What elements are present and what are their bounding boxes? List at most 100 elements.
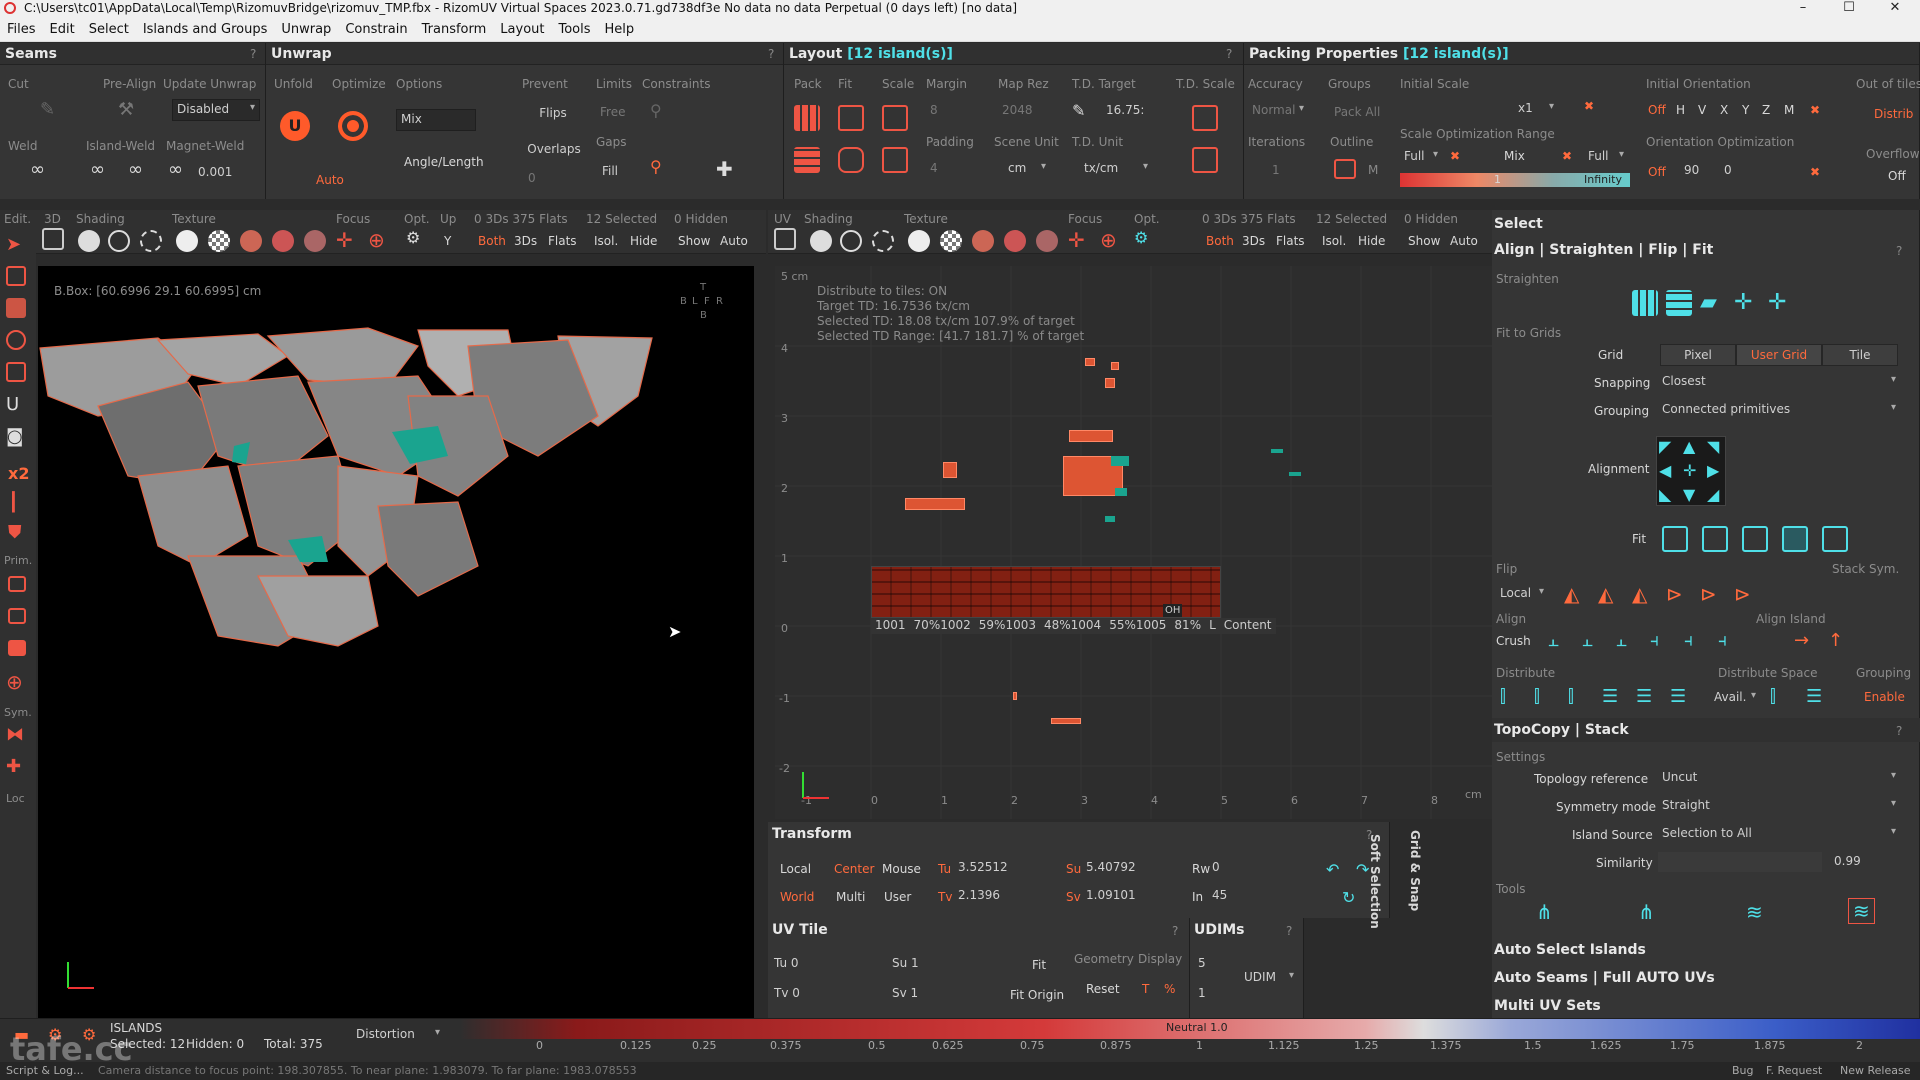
- uv-island[interactable]: [1085, 358, 1095, 366]
- alignment-pad[interactable]: ◤ ▲ ◥ ◀ ✛ ▶ ◣ ▼ ◢: [1656, 436, 1726, 506]
- tile-label[interactable]: 81%: [1170, 618, 1205, 632]
- uv-auto-button[interactable]: Auto: [1450, 234, 1478, 248]
- fill-button[interactable]: Fill: [596, 161, 624, 183]
- distribute-space-icon-2[interactable]: ☰: [1806, 686, 1822, 707]
- shade-wire2-icon[interactable]: [140, 230, 162, 252]
- td-target-field[interactable]: 16.75:: [1102, 101, 1152, 119]
- orient-z[interactable]: Z: [1762, 103, 1770, 117]
- align-icon-6[interactable]: ⫞: [1718, 630, 1727, 651]
- tu-field[interactable]: 3.52512: [954, 858, 1044, 876]
- fit-icon-5[interactable]: [1822, 526, 1848, 552]
- pre-align-icon[interactable]: ⚒: [118, 99, 144, 125]
- texture-red-icon[interactable]: [240, 230, 262, 252]
- both-button[interactable]: Both: [478, 234, 506, 248]
- similarity-slider[interactable]: [1658, 852, 1822, 872]
- straighten-icon-2[interactable]: [1666, 290, 1692, 316]
- su-field[interactable]: 5.40792: [1082, 858, 1172, 876]
- tile-pct-toggle[interactable]: %: [1164, 982, 1175, 996]
- td-unit-dropdown[interactable]: tx/cm: [1080, 159, 1152, 177]
- scale-full-dropdown[interactable]: Full: [1400, 147, 1442, 165]
- unfold-button[interactable]: U: [280, 111, 310, 141]
- uv-viewport[interactable]: 5 cm Distribute to tiles: ON Target TD: …: [775, 266, 1492, 819]
- tile-label[interactable]: 48%1004: [1040, 618, 1105, 632]
- bug-button[interactable]: Bug: [1732, 1064, 1754, 1077]
- menu-layout[interactable]: Layout: [493, 18, 551, 37]
- orient-y[interactable]: Y: [1742, 103, 1749, 117]
- align-icon-3[interactable]: ⫠: [1616, 630, 1627, 651]
- minimize-button[interactable]: –: [1780, 0, 1826, 18]
- menu-select[interactable]: Select: [82, 18, 136, 37]
- straighten-icon-4[interactable]: ✛: [1734, 290, 1760, 316]
- tile-label[interactable]: 1001: [871, 618, 910, 632]
- multi-uv-sets-link[interactable]: Multi UV Sets: [1494, 998, 1601, 1014]
- shield-icon[interactable]: ⛊: [8, 522, 34, 548]
- fit-icon-3[interactable]: [1742, 526, 1768, 552]
- options-mix-field[interactable]: Mix: [396, 109, 476, 131]
- straighten-icon-1[interactable]: [1632, 290, 1658, 316]
- align-top-icon[interactable]: ▲: [1683, 437, 1695, 456]
- menu-constrain[interactable]: Constrain: [338, 18, 414, 37]
- flip-h2-icon[interactable]: ◭: [1598, 582, 1613, 606]
- local-button[interactable]: Local: [780, 862, 811, 876]
- menu-tools[interactable]: Tools: [552, 18, 598, 37]
- cut-icon[interactable]: ✎: [40, 99, 66, 125]
- flip-h3-icon[interactable]: ◭: [1632, 582, 1647, 606]
- scale-mix-reset-icon[interactable]: ✖: [1562, 149, 1572, 163]
- hide-button[interactable]: Hide: [630, 234, 657, 248]
- pin-tool-icon[interactable]: ┃: [8, 492, 34, 518]
- distribute-icon-4[interactable]: ☰: [1602, 686, 1618, 707]
- orient-v[interactable]: V: [1698, 103, 1706, 117]
- margin-field[interactable]: 8: [926, 101, 976, 119]
- select-box-icon[interactable]: [6, 266, 26, 286]
- tile-tv-field[interactable]: Tv 0: [770, 984, 874, 1002]
- focus-all-icon[interactable]: ✛: [336, 228, 362, 254]
- tile-fit-button[interactable]: Fit: [1032, 958, 1046, 972]
- initial-scale-dropdown[interactable]: x1: [1514, 99, 1558, 117]
- flip-h-icon[interactable]: ◭: [1564, 582, 1579, 606]
- flip-v2-icon[interactable]: ⊳: [1700, 582, 1717, 606]
- uv-hide-button[interactable]: Hide: [1358, 234, 1385, 248]
- orient-opt-reset-icon[interactable]: ✖: [1810, 165, 1820, 179]
- prim-sphere-icon[interactable]: ⊕: [6, 670, 32, 696]
- align-section-title[interactable]: Align | Straighten | Flip | Fit: [1494, 242, 1713, 258]
- multi-button[interactable]: Multi: [836, 890, 865, 904]
- tile-sv-field[interactable]: Sv 1: [888, 984, 992, 1002]
- viewport-3d[interactable]: B.Box: [60.6996 29.1 60.6995] cm T B L F…: [38, 266, 754, 1026]
- scale-icon[interactable]: [882, 105, 908, 131]
- distrib-button[interactable]: Distrib: [1874, 107, 1913, 121]
- uv-island[interactable]: [943, 462, 957, 478]
- user-grid-tab[interactable]: User Grid: [1736, 344, 1822, 366]
- menu-edit[interactable]: Edit: [43, 18, 82, 37]
- shade-solid-icon[interactable]: [78, 230, 100, 252]
- fit-selected-icon[interactable]: [838, 147, 864, 173]
- view-cube[interactable]: T B L F R B: [680, 282, 730, 328]
- td-pick-icon[interactable]: ✎: [1072, 101, 1098, 127]
- udims-help-button[interactable]: ?: [1286, 924, 1292, 938]
- fit-icon-1[interactable]: [1662, 526, 1688, 552]
- topo-stack-icon[interactable]: ≋: [1746, 900, 1763, 924]
- distribute-icon-6[interactable]: ☰: [1670, 686, 1686, 707]
- pin-remove-icon[interactable]: ⚲: [650, 157, 676, 183]
- align-center-icon[interactable]: ✛: [1683, 461, 1696, 480]
- rotate-angle-icon[interactable]: ↻: [1342, 888, 1355, 907]
- tile-label[interactable]: 59%1003: [975, 618, 1040, 632]
- select-arrow-icon[interactable]: ➤: [6, 234, 32, 260]
- uv-frame-icon[interactable]: [774, 228, 796, 250]
- prim-box-icon[interactable]: [8, 576, 26, 592]
- uv-focus-sel-icon[interactable]: ⊕: [1100, 228, 1126, 254]
- magnet-weld-value[interactable]: 0.001: [194, 163, 242, 181]
- uv-island-selected[interactable]: [1115, 488, 1127, 496]
- sv-field[interactable]: 1.09101: [1082, 886, 1172, 904]
- flats-button[interactable]: Flats: [548, 234, 577, 248]
- view-cube-back[interactable]: B: [680, 296, 687, 307]
- view-cube-left[interactable]: L: [692, 296, 698, 307]
- topocopy-title[interactable]: TopoCopy | Stack: [1494, 722, 1629, 738]
- uvtile-help-button[interactable]: ?: [1172, 924, 1178, 938]
- orientation-off[interactable]: Off: [1648, 103, 1666, 117]
- align-icon-4[interactable]: ⫞: [1650, 630, 1659, 651]
- texture-map-icon[interactable]: [304, 230, 326, 252]
- iterations-field[interactable]: 1: [1268, 161, 1308, 179]
- uv-3ds-button[interactable]: 3Ds: [1242, 234, 1265, 248]
- world-button[interactable]: World: [780, 890, 814, 904]
- td-scale-icon[interactable]: [1192, 105, 1218, 131]
